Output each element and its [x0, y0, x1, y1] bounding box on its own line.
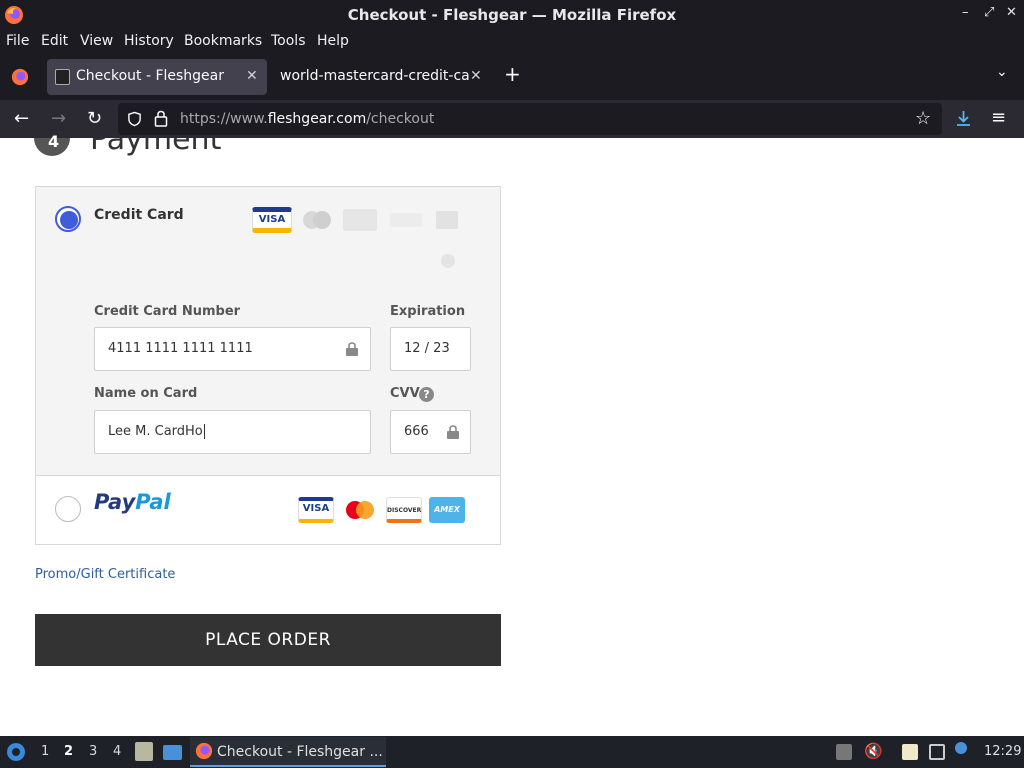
cvv-input[interactable]: 666 [390, 410, 471, 454]
amex-logo-icon: AMEX [429, 497, 465, 523]
firefox-view-icon[interactable] [11, 68, 29, 86]
mute-speaker-icon[interactable]: 🔇 [864, 742, 883, 760]
place-order-button[interactable]: PLACE ORDER [35, 614, 501, 666]
paypal-option[interactable]: PayPal VISA DISCOVER AMEX [36, 476, 500, 544]
name-on-card-text: Lee M. CardHo [108, 424, 203, 439]
bookmark-star-icon[interactable]: ☆ [915, 108, 931, 129]
start-menu-icon[interactable] [6, 742, 26, 762]
diners-logo-faded-icon [441, 254, 455, 268]
download-icon[interactable] [955, 110, 972, 128]
new-tab-plus-icon[interactable]: + [504, 62, 521, 86]
menu-help[interactable]: Help [317, 33, 349, 49]
payment-methods-panel: Credit Card VISA Credit Card Number 4111… [35, 186, 501, 545]
tab-label: world-mastercard-credit-card [280, 68, 470, 84]
back-arrow-icon[interactable]: ← [14, 108, 29, 129]
workspace-1[interactable]: 1 [41, 744, 49, 759]
clock: 12:29 [984, 744, 1022, 759]
discover-logo-icon: DISCOVER [386, 497, 422, 523]
card-number-input[interactable]: 4111 1111 1111 1111 [94, 327, 371, 371]
menu-edit[interactable]: Edit [41, 33, 68, 49]
fleshgear-favicon-icon [55, 69, 70, 85]
tab-checkout[interactable]: Checkout - Fleshgear ✕ [47, 59, 267, 95]
expiration-input[interactable]: 12 / 23 [390, 327, 471, 371]
minimize-icon[interactable]: – [962, 5, 969, 20]
visa-logo-icon: VISA [252, 207, 292, 233]
reload-icon[interactable]: ↻ [87, 108, 102, 129]
text-cursor [203, 424, 205, 439]
menu-bookmarks[interactable]: Bookmarks [184, 33, 262, 49]
url-domain: fleshgear.com [267, 111, 367, 127]
updates-tray-icon[interactable] [836, 744, 852, 760]
navigation-bar: ← → ↻ https://www.fleshgear.com/checkout… [0, 100, 1024, 138]
step-title: Payment [90, 138, 222, 157]
notification-icon[interactable] [955, 742, 967, 754]
chevron-down-icon[interactable]: ⌄ [996, 64, 1008, 80]
url-prefix: https://www. [180, 111, 268, 127]
shield-icon[interactable] [127, 111, 142, 127]
promo-gift-link[interactable]: Promo/Gift Certificate [35, 567, 175, 582]
workspace-3[interactable]: 3 [89, 744, 97, 759]
lock-icon [447, 425, 459, 439]
network-icon[interactable] [929, 744, 945, 760]
expiration-value: 12 / 23 [404, 341, 450, 356]
url-bar[interactable]: https://www.fleshgear.com/checkout ☆ [118, 103, 942, 135]
taskbar-firefox-task[interactable]: Checkout - Fleshgear ... [190, 737, 386, 767]
menu-tools[interactable]: Tools [271, 33, 306, 49]
name-on-card-value: Lee M. CardHo [108, 424, 205, 439]
menu-view[interactable]: View [80, 33, 113, 49]
hamburger-menu-icon[interactable]: ≡ [991, 107, 1006, 128]
menu-history[interactable]: History [124, 33, 174, 49]
mastercard-logo-icon [346, 501, 374, 519]
menu-file[interactable]: File [6, 33, 29, 49]
step-number: 4 [48, 132, 60, 151]
tab-close-icon[interactable]: ✕ [470, 68, 482, 84]
url-path: /checkout [366, 111, 435, 127]
lock-icon [346, 342, 358, 356]
tab-close-icon[interactable]: ✕ [246, 68, 258, 84]
visa-logo-icon: VISA [298, 497, 334, 523]
credit-card-label: Credit Card [94, 207, 184, 223]
menu-bar: File Edit View History Bookmarks Tools H… [0, 30, 1024, 54]
credit-card-section: Credit Card VISA Credit Card Number 4111… [36, 187, 500, 476]
clipboard-icon[interactable] [902, 744, 918, 760]
paypal-logo-pal: Pal [135, 490, 171, 514]
cvv-help-icon[interactable]: ? [419, 387, 434, 402]
taskbar: 1 2 3 4 Checkout - Fleshgear ... 🔇 12:29 [0, 736, 1024, 768]
name-on-card-input[interactable]: Lee M. CardHo [94, 410, 371, 454]
mastercard-logo-icon [303, 211, 331, 229]
desktop-icon[interactable] [163, 745, 182, 760]
paypal-radio[interactable] [55, 496, 81, 522]
card-logo-faded-icon [343, 209, 377, 231]
expiration-label: Expiration [390, 304, 466, 319]
name-on-card-label: Name on Card [94, 386, 198, 401]
paypal-logo: PayPal [94, 490, 171, 514]
lock-icon[interactable] [154, 110, 168, 127]
jcb-logo-faded-icon [436, 211, 458, 229]
close-window-icon[interactable]: ✕ [1006, 5, 1017, 20]
paypal-logo-pay: Pay [94, 490, 136, 514]
card-number-value: 4111 1111 1111 1111 [108, 341, 253, 356]
restore-icon[interactable]: ⤢ [984, 5, 994, 20]
task-label: Checkout - Fleshgear ... [217, 744, 383, 760]
tab-strip: Checkout - Fleshgear ✕ world-mastercard-… [0, 54, 1024, 100]
card-number-label: Credit Card Number [94, 304, 241, 319]
tab-label: Checkout - Fleshgear [76, 68, 225, 84]
cvv-label: CVV [390, 386, 420, 401]
workspace-4[interactable]: 4 [113, 744, 121, 759]
page-content: Payment Credit Card VISA Credit Card Num… [0, 138, 1024, 736]
window-title: Checkout - Fleshgear — Mozilla Firefox [347, 6, 677, 24]
firefox-icon [195, 742, 213, 760]
window-titlebar: Checkout - Fleshgear — Mozilla Firefox –… [0, 0, 1024, 30]
forward-arrow-icon[interactable]: → [51, 108, 66, 129]
credit-card-radio[interactable] [55, 206, 81, 232]
cvv-value: 666 [404, 424, 429, 439]
workspace-2[interactable]: 2 [64, 744, 73, 759]
file-manager-icon[interactable] [135, 742, 153, 761]
tab-mastercard[interactable]: world-mastercard-credit-card ✕ [270, 59, 490, 95]
url-text[interactable]: https://www.fleshgear.com/checkout [180, 111, 434, 127]
discover-logo-faded-icon [390, 213, 422, 227]
